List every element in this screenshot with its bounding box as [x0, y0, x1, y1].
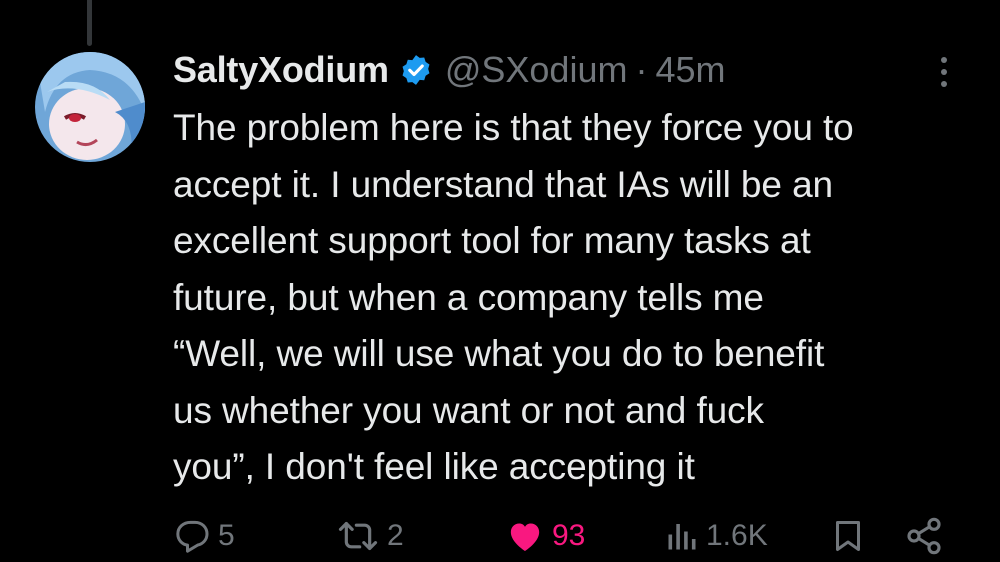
like-count: 93	[552, 519, 586, 552]
repost-count: 2	[387, 519, 404, 552]
bookmark-button[interactable]	[830, 510, 866, 562]
post-header: SaltyXodium @SXodium · 45m	[173, 48, 726, 92]
repost-icon	[338, 521, 378, 551]
verified-badge-icon	[399, 53, 433, 87]
views-button[interactable]: 1.6K	[664, 510, 768, 562]
avatar[interactable]	[35, 52, 145, 162]
post-timestamp[interactable]: 45m	[655, 49, 725, 91]
more-vertical-icon[interactable]	[930, 52, 958, 92]
user-handle[interactable]: @SXodium	[445, 49, 628, 91]
thread-connector-line	[87, 0, 92, 46]
share-button[interactable]	[904, 510, 944, 562]
share-icon	[907, 517, 941, 555]
post-body: The problem here is that they force you …	[173, 107, 854, 487]
like-button[interactable]: 93	[504, 510, 585, 562]
reply-button[interactable]: 5	[172, 510, 235, 562]
avatar-image	[35, 52, 145, 162]
view-count: 1.6K	[706, 519, 768, 552]
separator-dot: ·	[635, 49, 648, 90]
heart-icon	[510, 523, 540, 551]
views-icon	[668, 524, 696, 550]
bookmark-icon	[836, 521, 860, 551]
reply-icon	[176, 520, 209, 553]
display-name[interactable]: SaltyXodium	[173, 49, 389, 91]
reply-count: 5	[218, 519, 235, 552]
repost-button[interactable]: 2	[335, 510, 404, 562]
action-bar: 5 2 93 1.6K	[0, 510, 1000, 562]
